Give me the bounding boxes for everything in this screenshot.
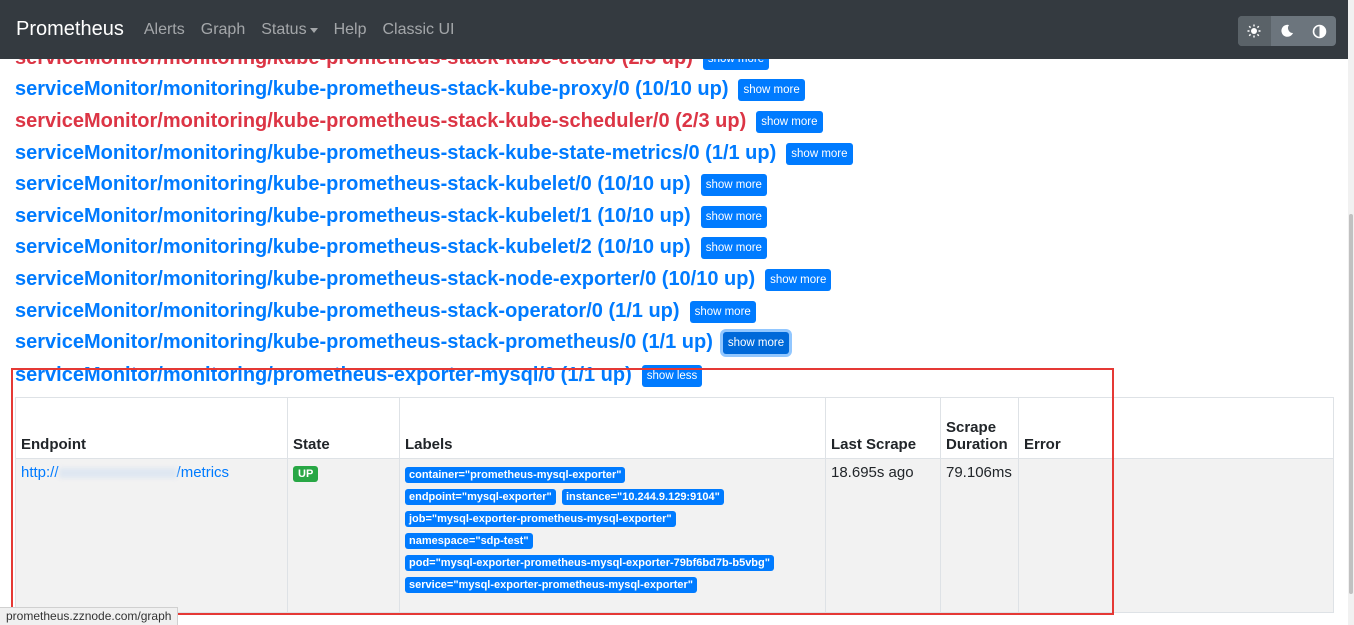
show-more-button[interactable]: show more — [738, 78, 805, 101]
label-badge: service="mysql-exporter-prometheus-mysql… — [405, 577, 698, 593]
last-scrape-cell: 18.695s ago — [825, 458, 941, 613]
contrast-icon — [1312, 24, 1327, 38]
scrollbar-thumb[interactable] — [1349, 214, 1353, 594]
caret-down-icon — [309, 28, 318, 33]
redacted-host — [58, 468, 177, 479]
service-monitor-row: serviceMonitor/monitoring/kube-prometheu… — [15, 173, 767, 196]
service-monitor-title[interactable]: serviceMonitor/monitoring/kube-prometheu… — [15, 300, 680, 323]
nav-status-label: Status — [261, 20, 307, 38]
show-more-button[interactable]: show more — [756, 110, 823, 133]
column-header-scrape-duration: Scrape Duration — [940, 397, 1019, 459]
show-more-button[interactable]: show more — [786, 142, 853, 165]
service-monitor-row: serviceMonitor/monitoring/kube-prometheu… — [15, 236, 767, 259]
show-more-button[interactable]: show more — [689, 300, 756, 323]
service-monitor-title[interactable]: serviceMonitor/monitoring/kube-prometheu… — [15, 268, 755, 291]
show-more-button[interactable]: show more — [722, 331, 790, 354]
service-monitor-title[interactable]: serviceMonitor/monitoring/kube-prometheu… — [15, 142, 776, 165]
service-monitor-row: serviceMonitor/monitoring/kube-prometheu… — [15, 110, 823, 133]
table-row: http:// /metrics UP container="prometheus… — [15, 458, 1334, 613]
browser-status-bar: prometheus.zznode.com/graph — [0, 607, 179, 625]
column-header-labels: Labels — [399, 397, 826, 459]
service-monitor-row: serviceMonitor/monitoring/kube-prometheu… — [15, 78, 805, 101]
label-badge: namespace="sdp-test" — [405, 533, 533, 549]
show-more-button[interactable]: show more — [700, 205, 767, 228]
service-monitor-row: serviceMonitor/monitoring/kube-prometheu… — [15, 268, 832, 291]
show-more-button[interactable]: show more — [765, 268, 832, 291]
service-monitor-title[interactable]: serviceMonitor/monitoring/kube-prometheu… — [15, 331, 713, 354]
nav-graph[interactable]: Graph — [201, 21, 245, 39]
endpoint-link[interactable]: http:// /metrics — [21, 464, 229, 481]
service-monitor-row: serviceMonitor/monitoring/kube-prometheu… — [15, 331, 790, 354]
table-header-row: Endpoint State Labels Last Scrape Scrape… — [15, 397, 1334, 459]
endpoint-prefix: http:// — [21, 464, 59, 481]
nav-classic-ui[interactable]: Classic UI — [382, 21, 454, 39]
targets-table: Endpoint State Labels Last Scrape Scrape… — [15, 397, 1334, 613]
vertical-scrollbar[interactable] — [1348, 0, 1354, 625]
auto-theme-button[interactable] — [1303, 16, 1336, 46]
top-navbar: Prometheus Alerts Graph Status Help Clas… — [0, 0, 1348, 59]
service-monitor-row: serviceMonitor/monitoring/kube-prometheu… — [15, 142, 853, 165]
state-cell: UP — [287, 458, 400, 613]
nav-alerts[interactable]: Alerts — [144, 21, 185, 39]
label-badge: endpoint="mysql-exporter" — [405, 489, 556, 505]
endpoint-cell: http:// /metrics — [15, 458, 288, 613]
service-monitor-row: serviceMonitor/monitoring/kube-prometheu… — [15, 205, 767, 228]
theme-switcher — [1238, 16, 1336, 46]
column-header-error: Error — [1018, 397, 1334, 459]
label-badge: job="mysql-exporter-prometheus-mysql-exp… — [405, 511, 676, 527]
show-more-button[interactable]: show more — [700, 236, 767, 259]
state-badge: UP — [293, 466, 319, 482]
label-badge: container="prometheus-mysql-exporter" — [405, 467, 626, 483]
service-monitor-title[interactable]: serviceMonitor/monitoring/kube-prometheu… — [15, 110, 746, 133]
show-less-button[interactable]: show less — [641, 364, 703, 387]
sun-icon — [1247, 24, 1261, 38]
service-monitor-title[interactable]: serviceMonitor/monitoring/prometheus-exp… — [15, 364, 632, 387]
service-monitor-row: serviceMonitor/monitoring/prometheus-exp… — [15, 364, 703, 387]
service-monitor-title[interactable]: serviceMonitor/monitoring/kube-prometheu… — [15, 173, 691, 196]
nav-status-dropdown[interactable]: Status — [261, 20, 318, 39]
service-monitor-title[interactable]: serviceMonitor/monitoring/kube-prometheu… — [15, 236, 691, 259]
column-header-endpoint: Endpoint — [15, 397, 288, 459]
show-more-button[interactable]: show more — [700, 173, 767, 196]
scrape-duration-cell: 79.106ms — [940, 458, 1019, 613]
column-header-state: State — [287, 397, 400, 459]
label-badge: pod="mysql-exporter-prometheus-mysql-exp… — [405, 555, 774, 571]
error-cell — [1018, 458, 1334, 613]
label-badge: instance="10.244.9.129:9104" — [561, 489, 724, 505]
service-monitor-title[interactable]: serviceMonitor/monitoring/kube-prometheu… — [15, 78, 728, 101]
nav-help[interactable]: Help — [334, 21, 367, 39]
endpoint-suffix: /metrics — [176, 464, 230, 481]
service-monitor-title[interactable]: serviceMonitor/monitoring/kube-prometheu… — [15, 205, 691, 228]
light-theme-button[interactable] — [1238, 16, 1271, 46]
moon-icon — [1281, 24, 1293, 37]
service-monitor-row: serviceMonitor/monitoring/kube-prometheu… — [15, 300, 756, 323]
brand-logo[interactable]: Prometheus — [16, 18, 124, 41]
dark-theme-button[interactable] — [1271, 16, 1304, 46]
column-header-last-scrape: Last Scrape — [825, 397, 941, 459]
labels-cell: container="prometheus-mysql-exporter" en… — [399, 458, 826, 613]
